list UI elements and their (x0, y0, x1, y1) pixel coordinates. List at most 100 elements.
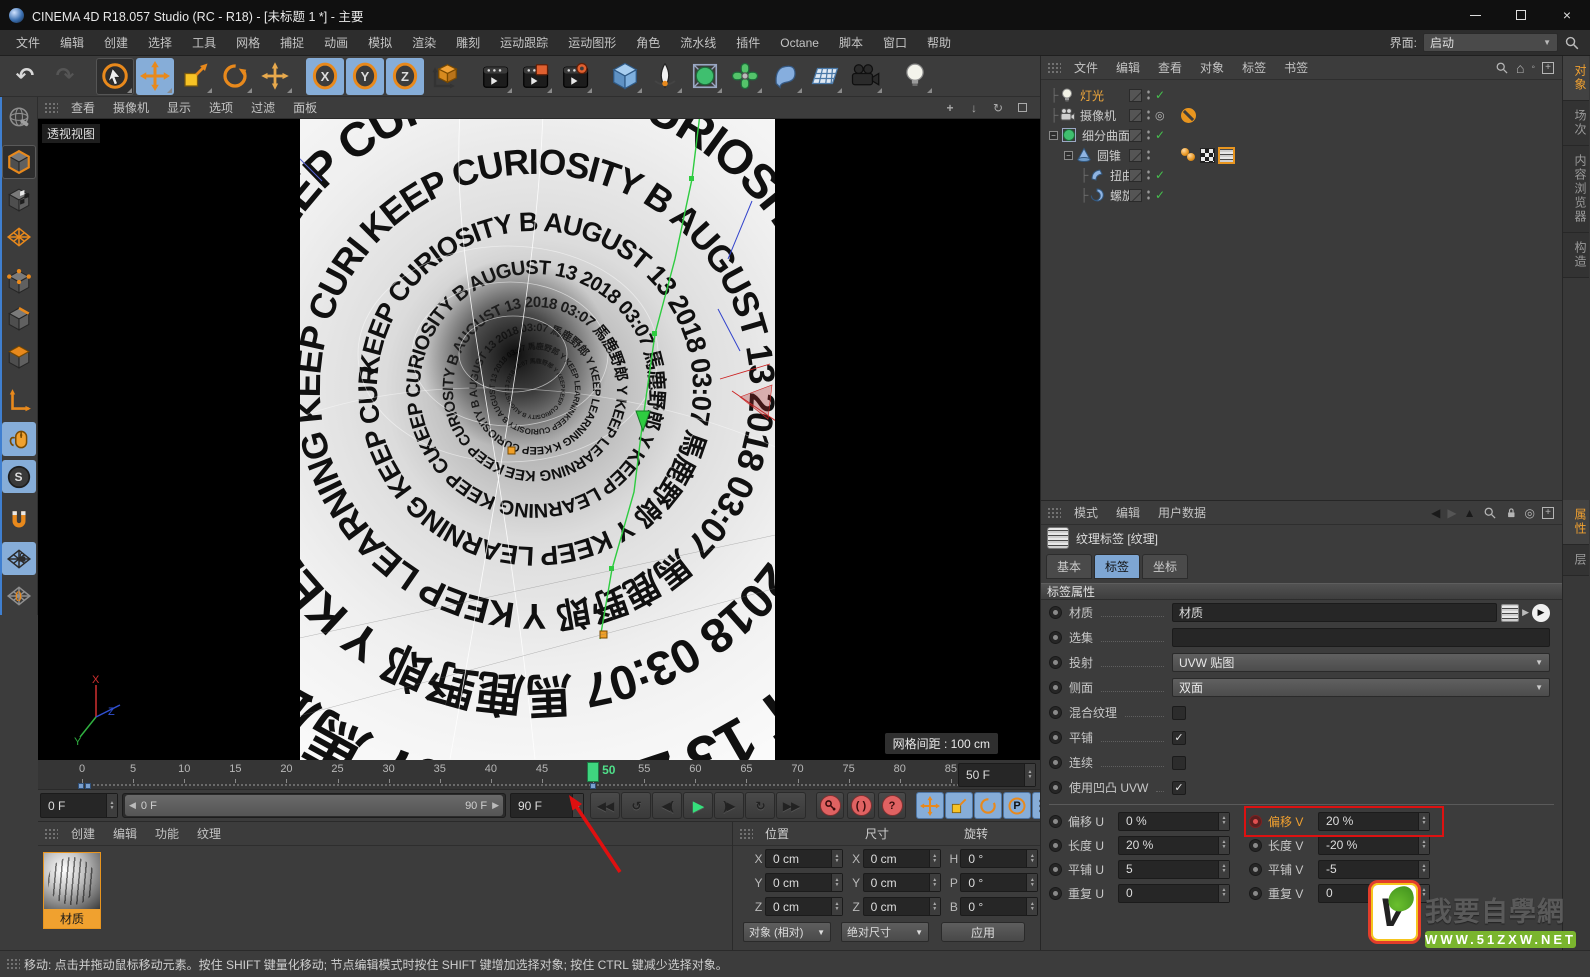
camera-active-icon[interactable]: ◎ (1155, 109, 1165, 122)
viewport-menu-3[interactable]: 选项 (200, 99, 242, 116)
spinner[interactable]: ▲▼ (929, 898, 940, 915)
投射-select[interactable]: UVW 贴图▼ (1172, 653, 1550, 672)
viewport-canvas[interactable]: KEEP CURIOSITY B AUGUST 13 2018 03:07 馬鹿… (38, 119, 1040, 760)
loop-mode-button[interactable]: ↻ (745, 792, 775, 819)
play-forward-button[interactable]: ▶ (683, 792, 713, 819)
menubar-item-1[interactable]: 编辑 (50, 30, 94, 56)
points-mode-button[interactable] (2, 265, 36, 299)
偏移 U-field[interactable]: 0 %▲▼ (1118, 812, 1230, 831)
am-menu-0[interactable]: 模式 (1065, 504, 1107, 521)
visibility-dots[interactable] (1146, 129, 1151, 141)
interface-select[interactable]: 启动▼ (1423, 33, 1558, 52)
search-icon[interactable] (1495, 61, 1509, 75)
panel-grip[interactable] (6, 958, 20, 970)
keyframe-circle-icon[interactable] (1049, 706, 1062, 719)
position-z-field[interactable]: 0 cm▲▼ (765, 897, 843, 916)
enable-snap-button[interactable] (2, 504, 36, 538)
expander-icon[interactable]: − (1064, 151, 1073, 160)
spinner[interactable]: ▲▼ (1026, 850, 1037, 867)
menubar-item-11[interactable]: 运动跟踪 (490, 30, 558, 56)
object-row-摄像机[interactable]: ├摄像机◎ (1041, 105, 1562, 125)
spinner[interactable]: ▲▼ (572, 794, 583, 817)
close-button[interactable]: × (1544, 0, 1590, 30)
position-mode-select[interactable]: 对象 (相对)▼ (743, 922, 831, 942)
subdivision-surface-button[interactable] (686, 58, 724, 95)
search-icon[interactable] (1483, 506, 1497, 520)
visibility-dots[interactable] (1146, 189, 1151, 201)
history-back-icon[interactable]: ◀ (1431, 506, 1440, 520)
spinner[interactable]: ▲▼ (929, 874, 940, 891)
keyframe-circle-icon[interactable] (1049, 863, 1062, 876)
keyframe-circle-icon[interactable] (1049, 606, 1062, 619)
enable-axis-button[interactable] (2, 385, 36, 419)
viewport-menu-5[interactable]: 面板 (284, 99, 326, 116)
previous-frame-button[interactable]: ◀( (652, 792, 682, 819)
key-position-toggle[interactable] (916, 792, 944, 819)
add-panel-icon[interactable]: + (1542, 507, 1554, 519)
range-left-arrow-icon[interactable]: ◀ (129, 800, 136, 811)
timeline-ruler[interactable]: 051015202530354045505560657075808590 50 … (38, 760, 1040, 790)
mograph-button[interactable] (726, 58, 764, 95)
target-mode-icon[interactable]: ◎ (1525, 506, 1535, 520)
parent-object-icon[interactable]: ▲ (1464, 506, 1476, 520)
panel-grip[interactable] (1047, 62, 1061, 74)
add-camera-button[interactable] (846, 58, 884, 95)
mat-menu-1[interactable]: 编辑 (104, 825, 146, 842)
scale-tool[interactable] (176, 58, 214, 95)
manager-tab-内容浏览器[interactable]: 内容浏览器 (1563, 146, 1589, 233)
viewport-rotate-icon[interactable]: ↻ (990, 100, 1006, 116)
keyframe-circle-icon[interactable] (1049, 815, 1062, 828)
om-menu-5[interactable]: 书签 (1275, 59, 1317, 76)
make-editable-button[interactable] (2, 101, 36, 135)
lock-x-axis-button[interactable]: X (306, 58, 344, 95)
menubar-item-5[interactable]: 网格 (226, 30, 270, 56)
偏移 V-field[interactable]: 20 %▲▼ (1318, 812, 1430, 831)
live-selection-tool[interactable] (96, 58, 134, 95)
loop-end-field[interactable]: 90 F ▲▼ (510, 793, 584, 818)
object-label[interactable]: 圆锥 (1097, 147, 1121, 164)
planar-workplane-button[interactable]: () (2, 579, 36, 613)
menubar-item-2[interactable]: 创建 (94, 30, 138, 56)
viewport-view-label[interactable]: 透视视图 (42, 124, 100, 143)
am-menu-2[interactable]: 用户数据 (1149, 504, 1215, 521)
add-spline-button[interactable] (646, 58, 684, 95)
keyframe-circle-icon[interactable] (1049, 681, 1062, 694)
menubar-item-13[interactable]: 角色 (626, 30, 670, 56)
spinner[interactable]: ▲▼ (1218, 837, 1229, 854)
last-used-tool[interactable] (256, 58, 294, 95)
平铺 U-field[interactable]: 5▲▼ (1118, 860, 1230, 879)
重复 U-field[interactable]: 0▲▼ (1118, 884, 1230, 903)
混合纹理-checkbox[interactable] (1172, 706, 1186, 720)
mat-menu-2[interactable]: 功能 (146, 825, 188, 842)
rotate-tool[interactable] (216, 58, 254, 95)
viewport-solo-button[interactable]: S (2, 460, 36, 494)
enabled-check-icon[interactable]: ✓ (1155, 88, 1165, 102)
menubar-item-3[interactable]: 选择 (138, 30, 182, 56)
连续-checkbox[interactable] (1172, 756, 1186, 770)
viewport-menu-2[interactable]: 显示 (158, 99, 200, 116)
manager-tab-场次[interactable]: 场次 (1563, 101, 1589, 146)
protection-tag-icon[interactable] (1181, 108, 1196, 123)
minimize-button[interactable] (1452, 0, 1498, 30)
record-keyframe-button[interactable] (816, 792, 844, 819)
keyframe-circle-icon[interactable] (1249, 887, 1262, 900)
om-menu-1[interactable]: 编辑 (1107, 59, 1149, 76)
keyframe-help-button[interactable]: ? (878, 792, 906, 819)
workplane-mode-button[interactable] (2, 221, 36, 255)
redo-button[interactable]: ↷ (46, 58, 84, 95)
next-frame-button[interactable]: )▶ (714, 792, 744, 819)
spinner[interactable]: ▲▼ (831, 850, 842, 867)
lock-z-axis-button[interactable]: Z (386, 58, 424, 95)
range-right-arrow-icon[interactable]: ▶ (492, 800, 499, 811)
range-start-handle[interactable] (78, 783, 84, 789)
position-x-field[interactable]: 0 cm▲▼ (765, 849, 843, 868)
render-to-picture-viewer-button[interactable] (516, 58, 554, 95)
spinner[interactable]: ▲▼ (1418, 813, 1429, 830)
pick-cursor-icon[interactable]: ▶ (1532, 604, 1550, 622)
visibility-dots[interactable] (1146, 109, 1151, 121)
viewport-pan-icon[interactable]: + (942, 100, 958, 116)
autokey-button[interactable]: ( ) (847, 792, 875, 819)
size-x-field[interactable]: 0 cm▲▼ (863, 849, 941, 868)
om-menu-2[interactable]: 查看 (1149, 59, 1191, 76)
spinner[interactable]: ▲▼ (1218, 885, 1229, 902)
